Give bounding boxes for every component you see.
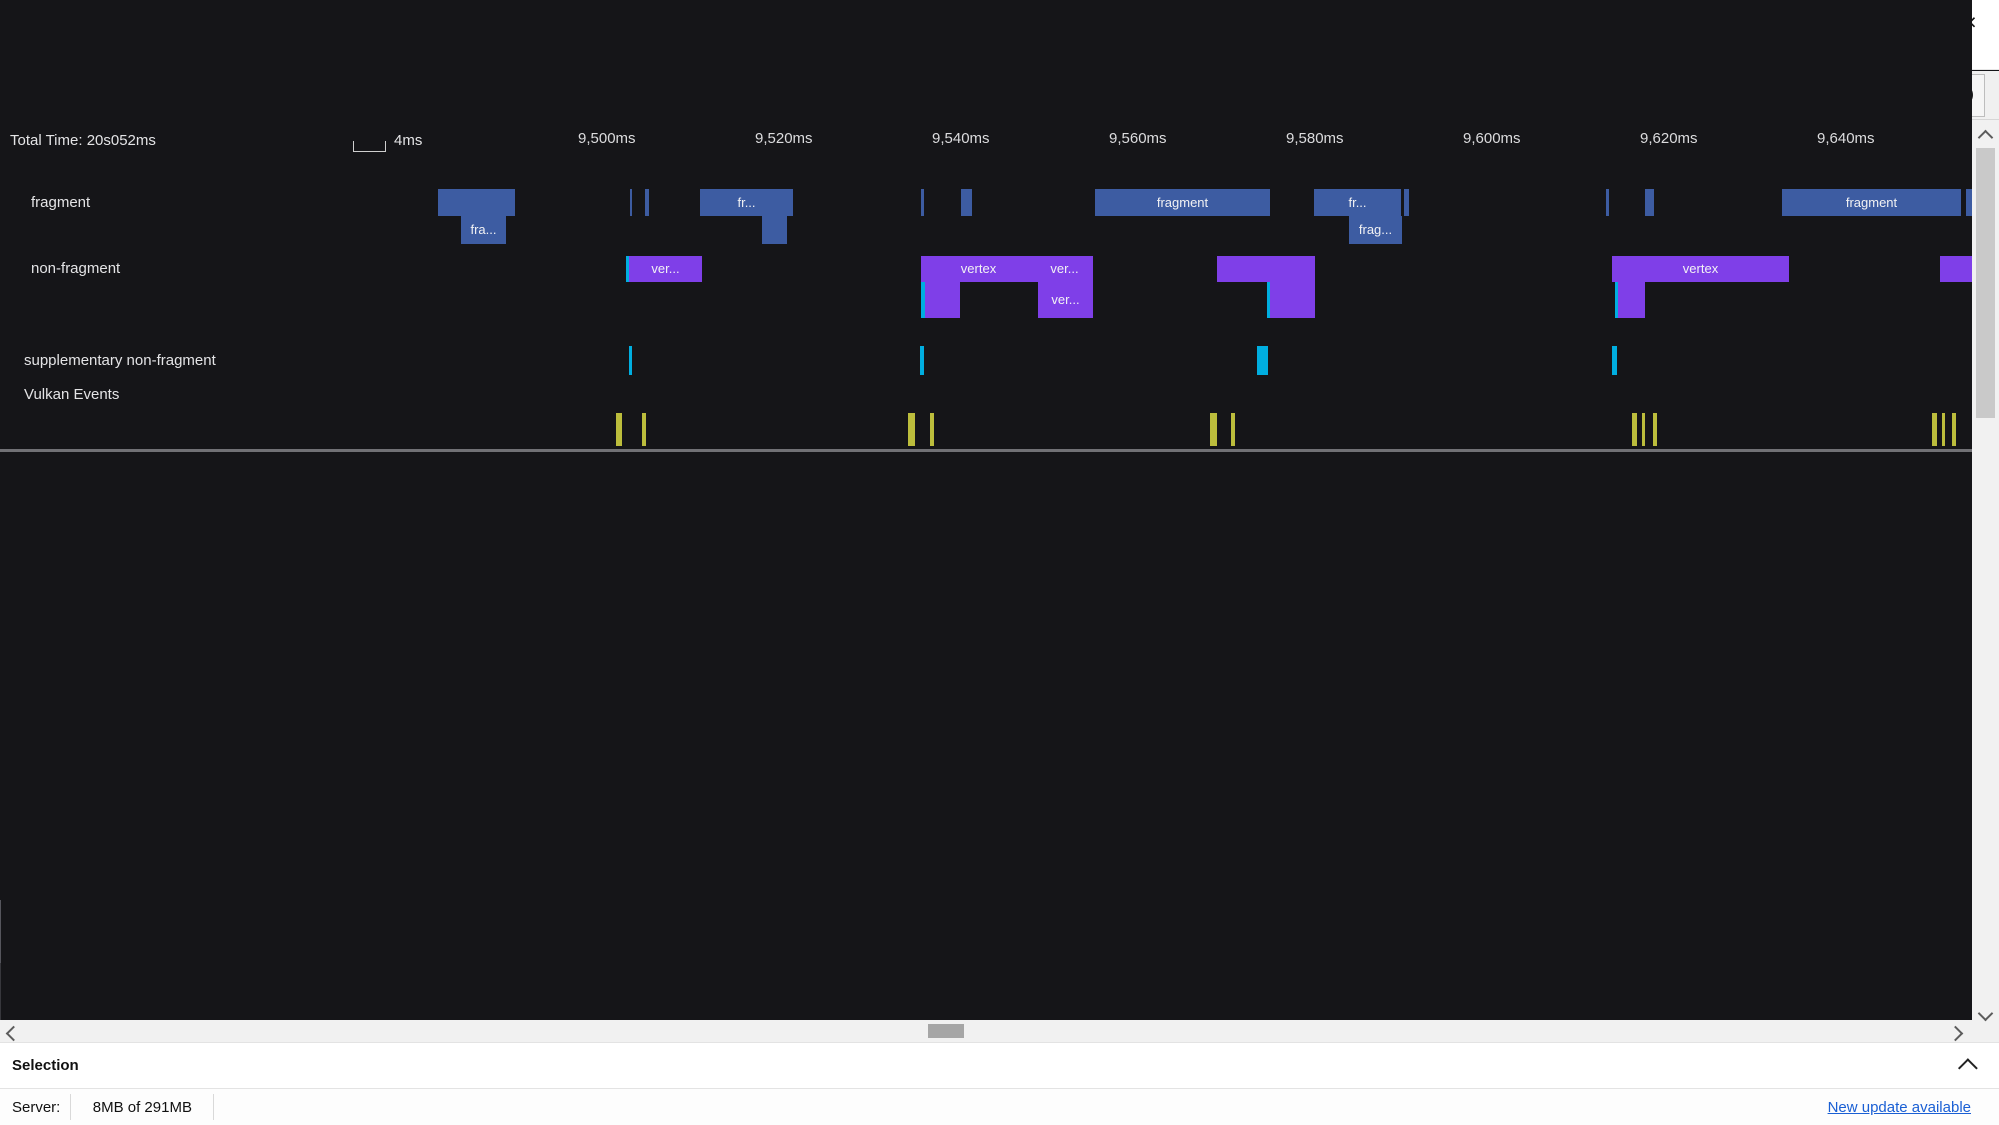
trace-bar[interactable]: fra... [461,216,506,244]
horizontal-scrollbar[interactable] [0,1020,1972,1042]
trace-bar[interactable] [1618,282,1645,318]
trace-bar[interactable] [1231,413,1235,446]
trace-bar[interactable] [1606,189,1609,216]
update-available-link[interactable]: New update available [1828,1099,1971,1116]
trace-bar[interactable]: fragment [1095,189,1270,216]
trace-bar[interactable]: fr... [700,189,793,216]
server-label: Server: [12,1098,61,1116]
selection-panel-title: Selection [12,1057,79,1074]
scale-bracket-icon [353,141,386,152]
trace-bar[interactable] [1952,413,1956,446]
trace-bar[interactable] [1642,413,1645,446]
trace-bar[interactable] [921,189,924,216]
trace-bar[interactable] [630,189,632,216]
track-label-fragment: fragment [31,194,91,211]
scroll-up-arrow-icon[interactable] [1977,129,1994,148]
trace-bar[interactable] [1404,189,1409,216]
trace-bar[interactable] [908,413,915,446]
trace-bar[interactable]: vertex [921,256,1036,282]
trace-bar[interactable] [1940,256,1972,282]
trace-bar[interactable] [920,346,924,375]
ruler-tick-label: 9,520ms [755,130,813,147]
scroll-down-arrow-icon[interactable] [1977,1005,1994,1024]
timeline-splitter[interactable] [0,449,1972,452]
ruler-tick-label: 9,540ms [932,130,990,147]
track-label-non-fragment: non-fragment [31,260,121,277]
trace-bar[interactable] [930,413,934,446]
gridline-major [0,900,1,963]
trace-bar[interactable]: ver... [1036,256,1093,282]
vertical-scrollbar[interactable] [1972,120,1999,1042]
server-memory-value: 8MB of 291MB [92,1098,192,1116]
vertical-scrollbar-thumb[interactable] [1976,148,1995,418]
trace-bar[interactable] [1942,413,1945,446]
trace-bar[interactable]: fr... [1314,189,1401,216]
ruler-tick-label: 9,620ms [1640,130,1698,147]
ruler-tick-label: 9,560ms [1109,130,1167,147]
total-time-label: Total Time: 20s052ms [10,132,156,149]
trace-bar[interactable]: frag... [1349,216,1402,244]
trace-bar[interactable] [629,346,632,375]
selection-panel-header: Selection [0,1042,1999,1088]
trace-bar[interactable] [642,413,646,446]
status-bar: Server: 8MB of 291MB New update availabl… [0,1088,1999,1125]
trace-bar[interactable] [1645,189,1654,216]
trace-bar[interactable] [645,189,649,216]
trace-bar[interactable] [1217,256,1315,282]
ruler-tick-label: 9,600ms [1463,130,1521,147]
trace-bar[interactable] [1612,346,1617,375]
trace-bar[interactable] [438,189,515,216]
trace-bar[interactable] [925,282,960,318]
timeline-panel: 9,500ms 9,520ms 9,540ms 9,560ms 9,580ms 9,600… [0,0,1999,1125]
ruler-tick-label: 9,580ms [1286,130,1344,147]
trace-bar[interactable] [1210,413,1217,446]
trace-bar[interactable] [1270,282,1315,318]
trace-bar[interactable] [1632,413,1637,446]
trace-bar[interactable] [1257,346,1268,375]
trace-bar[interactable]: vertex [1612,256,1789,282]
horizontal-scrollbar-thumb[interactable] [928,1024,964,1038]
track-label-Vulkan-Events: Vulkan Events [24,386,120,403]
status-separator [213,1094,215,1120]
app-window: Android GPU Inspector - fortnite.perfett… [0,0,1999,1125]
ruler-tick-label: 9,500ms [578,130,636,147]
trace-bar[interactable] [616,413,622,446]
collapse-chevron-icon[interactable] [1957,1057,1978,1078]
trace-bar[interactable] [1653,413,1657,446]
trace-bar[interactable]: ver... [629,256,702,282]
trace-bar[interactable]: fragment [1782,189,1961,216]
trace-bar[interactable] [762,216,787,244]
trace-bar[interactable]: ver... [1038,282,1093,318]
trace-bar[interactable] [961,189,972,216]
scale-value-label: 4ms [394,132,423,149]
ruler-tick-label: 9,640ms [1817,130,1875,147]
trace-bar[interactable] [1932,413,1937,446]
track-label-supplementary-non-fragment: supplementary non-fragment [24,352,216,369]
